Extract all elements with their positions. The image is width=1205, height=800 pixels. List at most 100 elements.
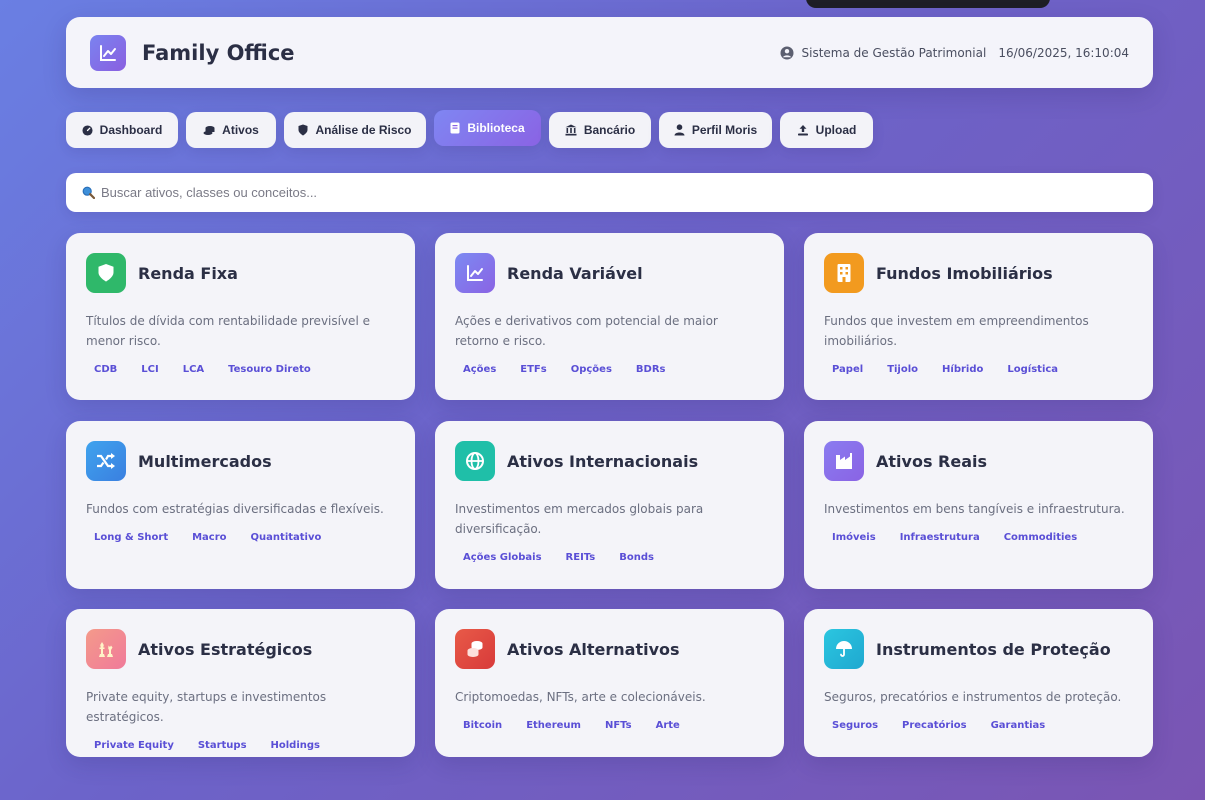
card-description: Ações e derivativos com potencial de mai… — [455, 314, 718, 348]
card-ativos-internacionais[interactable]: Ativos Internacionais Investimentos em m… — [435, 421, 784, 589]
tag[interactable]: Garantias — [983, 717, 1054, 734]
tag[interactable]: Papel — [824, 361, 871, 378]
card-title: Fundos Imobiliários — [876, 263, 1053, 283]
tag-list: Ações ETFs Opções BDRs — [455, 361, 764, 378]
tag[interactable]: NFTs — [597, 717, 640, 734]
card-fundos-imobiliarios[interactable]: Fundos Imobiliários Fundos que investem … — [804, 233, 1153, 400]
tag[interactable]: Seguros — [824, 717, 886, 734]
tag[interactable]: Holdings — [263, 737, 328, 754]
tag[interactable]: LCI — [133, 361, 166, 378]
shield-icon — [298, 124, 308, 136]
tag[interactable]: Logística — [999, 361, 1066, 378]
card-ativos-estrategicos[interactable]: Ativos Estratégicos Private equity, star… — [66, 609, 415, 757]
card-renda-fixa[interactable]: Renda Fixa Títulos de dívida com rentabi… — [66, 233, 415, 400]
industry-icon — [824, 441, 864, 481]
datetime: 16/06/2025, 16:10:04 — [998, 45, 1129, 60]
tag-list: Bitcoin Ethereum NFTs Arte — [455, 717, 764, 734]
card-description: Fundos que investem em empreendimentos i… — [824, 314, 1089, 348]
tag[interactable]: Long & Short — [86, 529, 176, 546]
tag[interactable]: ETFs — [512, 361, 554, 378]
tag-list: Imóveis Infraestrutura Commodities — [824, 529, 1133, 546]
tag[interactable]: Tesouro Direto — [220, 361, 319, 378]
tag[interactable]: Commodities — [996, 529, 1085, 546]
card-title: Renda Variável — [507, 263, 643, 283]
card-description: Investimentos em bens tangíveis e infrae… — [824, 502, 1125, 516]
book-icon — [450, 122, 460, 134]
search-bar — [66, 173, 1153, 212]
tag[interactable]: Quantitativo — [243, 529, 330, 546]
tab-perfil-moris[interactable]: Perfil Moris — [659, 112, 772, 148]
system-label: Sistema de Gestão Patrimonial — [801, 45, 987, 60]
tag[interactable]: BDRs — [628, 361, 674, 378]
card-multimercados[interactable]: Multimercados Fundos com estratégias div… — [66, 421, 415, 589]
app-title: Family Office — [142, 40, 295, 65]
card-title: Ativos Estratégicos — [138, 639, 313, 659]
tab-analise-de-risco[interactable]: Análise de Risco — [284, 112, 426, 148]
tag[interactable]: Bonds — [611, 549, 662, 566]
tag[interactable]: Ações Globais — [455, 549, 550, 566]
tag-list: Papel Tijolo Híbrido Logística — [824, 361, 1133, 378]
tag[interactable]: Private Equity — [86, 737, 182, 754]
search-icon — [82, 186, 95, 199]
tag[interactable]: Arte — [648, 717, 688, 734]
card-description: Títulos de dívida com rentabilidade prev… — [86, 314, 370, 348]
card-description: Private equity, startups e investimentos… — [86, 690, 327, 724]
card-title: Multimercados — [138, 451, 272, 471]
tag-list: Ações Globais REITs Bonds — [455, 549, 764, 566]
app-header: Family Office Sistema de Gestão Patrimon… — [66, 17, 1153, 88]
tag[interactable]: REITs — [558, 549, 604, 566]
tag[interactable]: Ações — [455, 361, 504, 378]
tag-list: Seguros Precatórios Garantias — [824, 717, 1133, 734]
tag[interactable]: Startups — [190, 737, 255, 754]
tag[interactable]: Infraestrutura — [892, 529, 988, 546]
tag[interactable]: Bitcoin — [455, 717, 510, 734]
umbrella-icon — [824, 629, 864, 669]
tag[interactable]: Opções — [563, 361, 620, 378]
tab-upload[interactable]: Upload — [780, 112, 873, 148]
tag[interactable]: Imóveis — [824, 529, 884, 546]
user-icon — [674, 124, 685, 136]
tag[interactable]: Tijolo — [879, 361, 926, 378]
card-ativos-alternativos[interactable]: Ativos Alternativos Criptomoedas, NFTs, … — [435, 609, 784, 757]
coins-icon — [203, 125, 215, 135]
card-description: Seguros, precatórios e instrumentos de p… — [824, 690, 1122, 704]
coins-stack-icon — [455, 629, 495, 669]
shuffle-icon — [86, 441, 126, 481]
bank-icon — [565, 124, 577, 136]
tag[interactable]: Híbrido — [934, 361, 991, 378]
building-icon — [824, 253, 864, 293]
tag-list: Long & Short Macro Quantitativo — [86, 529, 395, 546]
tag[interactable]: LCA — [175, 361, 212, 378]
card-description: Criptomoedas, NFTs, arte e colecionáveis… — [455, 690, 706, 704]
chess-icon — [86, 629, 126, 669]
tag[interactable]: Macro — [184, 529, 234, 546]
card-instrumentos-de-protecao[interactable]: Instrumentos de Proteção Seguros, precat… — [804, 609, 1153, 757]
chart-line-icon — [90, 34, 126, 71]
card-description: Fundos com estratégias diversificadas e … — [86, 502, 384, 516]
shield-icon — [86, 253, 126, 293]
chart-line-icon — [455, 253, 495, 293]
window-top-sliver — [806, 0, 1050, 8]
search-input[interactable] — [101, 185, 1137, 200]
card-ativos-reais[interactable]: Ativos Reais Investimentos em bens tangí… — [804, 421, 1153, 589]
upload-icon — [797, 125, 808, 136]
tag[interactable]: Ethereum — [518, 717, 589, 734]
tab-biblioteca[interactable]: Biblioteca — [434, 110, 541, 146]
card-description: Investimentos em mercados globais para d… — [455, 502, 704, 536]
tag-list: Private Equity Startups Holdings — [86, 737, 395, 754]
globe-icon — [455, 441, 495, 481]
header-status: Sistema de Gestão Patrimonial 16/06/2025… — [780, 46, 1129, 60]
user-circle-icon — [780, 46, 794, 59]
card-title: Ativos Internacionais — [507, 451, 699, 471]
card-title: Instrumentos de Proteção — [876, 639, 1111, 659]
card-title: Ativos Reais — [876, 451, 988, 471]
gauge-icon — [82, 124, 93, 136]
card-renda-variavel[interactable]: Renda Variável Ações e derivativos com p… — [435, 233, 784, 400]
tab-bancario[interactable]: Bancário — [549, 112, 651, 148]
tab-ativos[interactable]: Ativos — [186, 112, 276, 148]
tab-dashboard[interactable]: Dashboard — [66, 112, 178, 148]
tag[interactable]: CDB — [86, 361, 125, 378]
card-title: Renda Fixa — [138, 263, 238, 283]
tag[interactable]: Precatórios — [894, 717, 975, 734]
card-title: Ativos Alternativos — [507, 639, 680, 659]
